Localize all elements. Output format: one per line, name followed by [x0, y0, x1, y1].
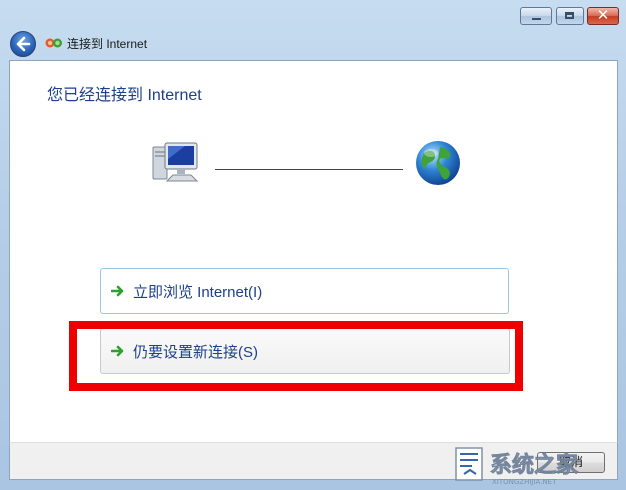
page-heading: 您已经连接到 Internet [47, 87, 202, 104]
connection-line [215, 169, 403, 170]
computer-icon [152, 142, 199, 182]
maximize-button[interactable] [556, 7, 584, 25]
green-arrow-icon [111, 285, 124, 297]
close-icon: ✕ [596, 6, 610, 24]
internet-globe-icon [416, 141, 460, 185]
svg-text:系统之家: 系统之家 [490, 452, 579, 478]
window-title: 连接到 Internet [67, 37, 148, 51]
back-arrow-icon [16, 36, 31, 52]
window-frame: ✕ 连接到 Internet 您已经连接到 Internet 立即浏览 Inte… [0, 0, 626, 490]
close-button[interactable]: ✕ [587, 6, 619, 25]
browse-internet-option[interactable]: 立即浏览 Internet(I) [100, 268, 509, 314]
minimize-button[interactable] [520, 7, 552, 25]
system-home-watermark: 系统之家 XITONGZHIJIA.NET [455, 447, 579, 486]
minimize-icon [532, 18, 541, 20]
network-connection-icon [45, 38, 62, 48]
svg-text:XITONGZHIJIA.NET: XITONGZHIJIA.NET [492, 478, 557, 486]
red-highlight-frame [69, 321, 523, 391]
browse-internet-label: 立即浏览 Internet(I) [133, 284, 263, 301]
maximize-icon [565, 12, 574, 19]
back-button[interactable] [10, 31, 36, 57]
